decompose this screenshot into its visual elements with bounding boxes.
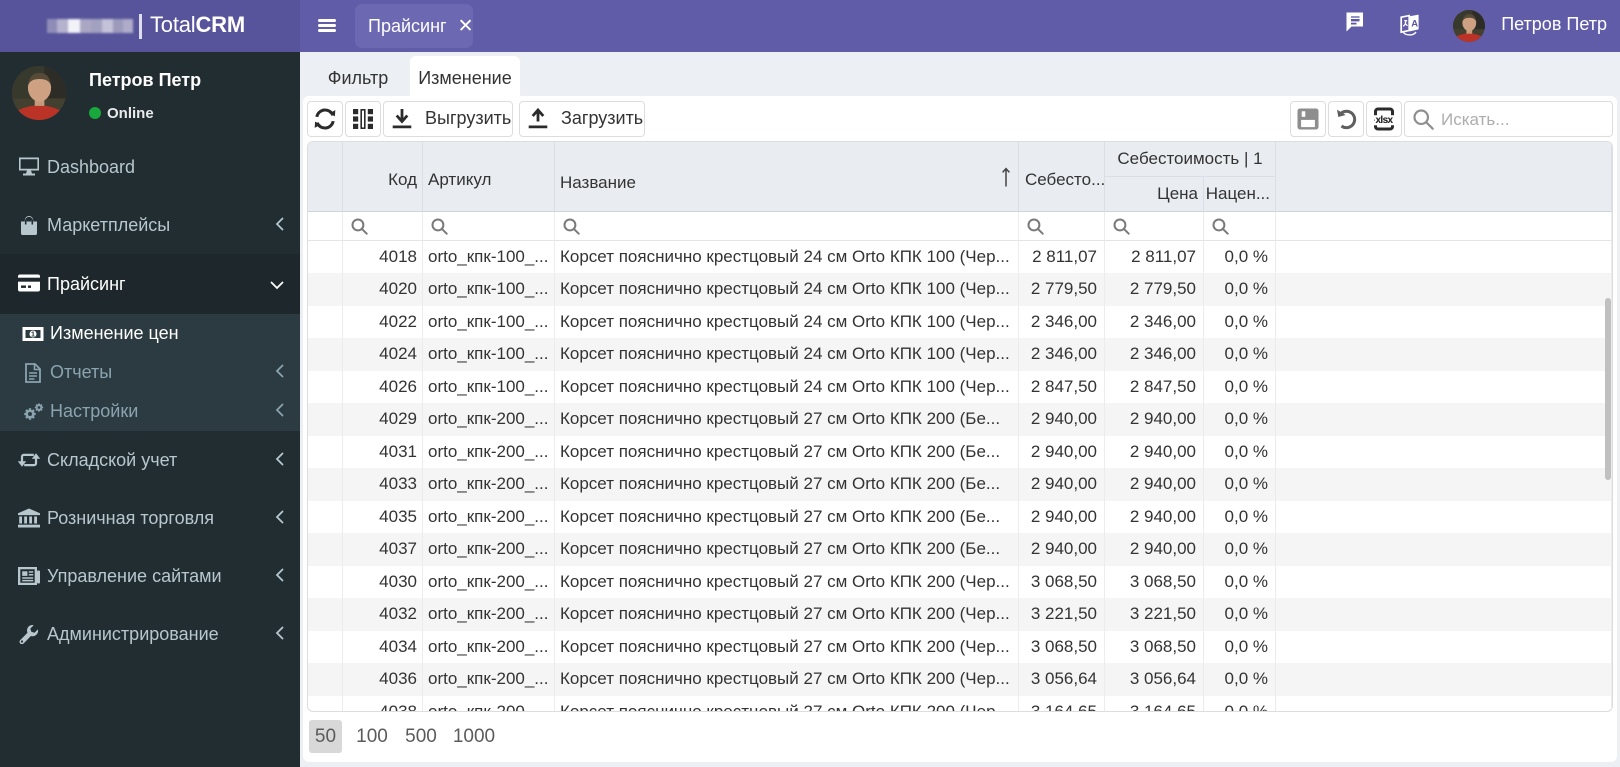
svg-text:xlsx: xlsx (1375, 115, 1393, 126)
svg-text:A: A (1411, 19, 1418, 30)
svg-text:1: 1 (31, 329, 35, 338)
